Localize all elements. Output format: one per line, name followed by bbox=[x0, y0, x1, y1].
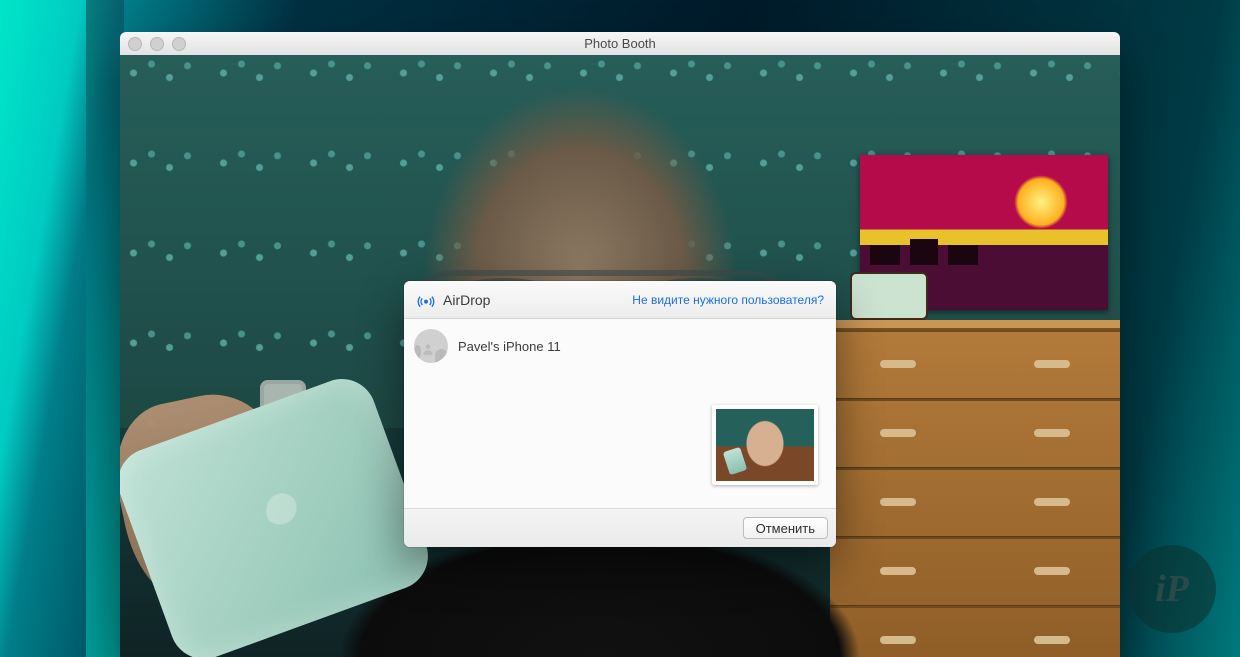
airdrop-header: AirDrop Не видите нужного пользователя? bbox=[404, 281, 836, 319]
wallpaper-accent-stripe bbox=[86, 0, 124, 657]
window-title: Photo Booth bbox=[120, 36, 1120, 51]
window-traffic-lights bbox=[128, 37, 186, 51]
photo-thumbnail bbox=[716, 409, 814, 481]
airdrop-photo-preview[interactable] bbox=[712, 405, 818, 485]
cancel-button[interactable]: Отменить bbox=[743, 517, 828, 539]
airdrop-body: Pavel's iPhone 11 bbox=[404, 319, 836, 508]
desktop-background: Photo Booth bbox=[0, 0, 1240, 657]
window-titlebar[interactable]: Photo Booth bbox=[120, 32, 1120, 56]
airdrop-recipient-name: Pavel's iPhone 11 bbox=[458, 339, 561, 354]
airdrop-share-sheet: AirDrop Не видите нужного пользователя? … bbox=[404, 281, 836, 547]
airdrop-footer: Отменить bbox=[404, 508, 836, 547]
scene-dresser-items bbox=[840, 280, 1110, 320]
watermark-text: iP bbox=[1155, 567, 1189, 611]
watermark-badge: iP bbox=[1128, 545, 1216, 633]
close-icon[interactable] bbox=[128, 37, 142, 51]
airdrop-recipient[interactable]: Pavel's iPhone 11 bbox=[404, 319, 836, 373]
scene-purse bbox=[850, 272, 928, 320]
airdrop-help-link[interactable]: Не видите нужного пользователя? bbox=[632, 293, 824, 307]
airdrop-title: AirDrop bbox=[443, 292, 490, 308]
minimize-icon[interactable] bbox=[150, 37, 164, 51]
zoom-icon[interactable] bbox=[172, 37, 186, 51]
airdrop-icon bbox=[416, 290, 436, 310]
person-silhouette-icon bbox=[414, 329, 448, 363]
